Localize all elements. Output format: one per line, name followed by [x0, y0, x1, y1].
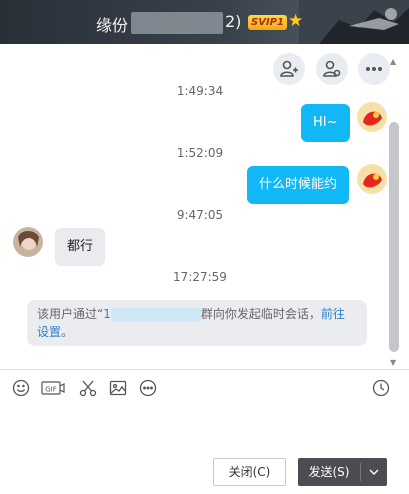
- message-bubble-other[interactable]: 都行: [55, 228, 106, 266]
- close-button[interactable]: 关闭(C): [213, 458, 286, 486]
- group-name-start: 1: [103, 307, 111, 321]
- emoji-icon: [12, 379, 30, 397]
- contact-avatar[interactable]: [13, 227, 43, 257]
- title-bar: 缘份 2) SVIP1 ★: [0, 0, 409, 44]
- scroll-down-icon[interactable]: ▼: [390, 359, 398, 367]
- timestamp: 9:47:05: [176, 208, 224, 222]
- message-bubble-me[interactable]: 什么时候能约: [247, 166, 350, 204]
- divider: [0, 369, 409, 370]
- redacted-group-name: 1: [103, 307, 201, 322]
- my-avatar[interactable]: [357, 164, 387, 194]
- settings-link[interactable]: 设置: [37, 325, 61, 339]
- title-art-icon: [299, 0, 409, 44]
- settings-link[interactable]: 前往: [321, 307, 345, 321]
- scrollbar-thumb[interactable]: [389, 122, 399, 352]
- timestamp: 1:49:34: [176, 84, 224, 98]
- history-button[interactable]: [372, 379, 390, 397]
- scissors-icon: [79, 380, 97, 397]
- system-message-text: 该用户通过“: [37, 307, 104, 321]
- more-options-icon: [139, 379, 157, 397]
- gif-icon: GIF: [41, 381, 65, 395]
- image-button[interactable]: [109, 379, 127, 397]
- contact-name: 缘份: [96, 16, 129, 35]
- message-bubble-me[interactable]: HI~: [301, 104, 350, 142]
- send-button-label[interactable]: 发送(S): [298, 458, 360, 486]
- my-avatar[interactable]: [357, 102, 387, 132]
- message-input[interactable]: [0, 402, 409, 452]
- emoji-button[interactable]: [12, 379, 30, 397]
- screenshot-button[interactable]: [79, 379, 97, 397]
- svg-text:GIF: GIF: [45, 386, 57, 394]
- image-icon: [109, 380, 127, 396]
- redacted-block: [110, 307, 201, 322]
- system-message-text: 群向你发起临时会话，: [200, 307, 321, 321]
- contact-name-suffix: 2): [225, 12, 242, 31]
- more-tools-button[interactable]: [139, 379, 157, 397]
- history-clock-icon: [372, 379, 390, 397]
- system-message: 该用户通过“1 群向你发起临时会话，前往设置。: [27, 300, 367, 346]
- chat-history[interactable]: 1:49:34 HI~ 1:52:09 什么时候能约 9:47:05 都行 17…: [0, 44, 409, 370]
- scroll-up-icon[interactable]: ▲: [390, 58, 398, 66]
- system-message-text: 。: [61, 325, 74, 339]
- send-options-button[interactable]: [361, 458, 387, 486]
- gif-button[interactable]: GIF: [41, 379, 65, 397]
- chevron-down-icon: [369, 469, 379, 475]
- send-button[interactable]: 发送(S): [298, 458, 387, 486]
- star-icon[interactable]: ★: [288, 11, 303, 31]
- timestamp: 17:27:59: [173, 270, 227, 284]
- redacted-name: [131, 12, 223, 34]
- timestamp: 1:52:09: [176, 146, 224, 160]
- svip-badge[interactable]: SVIP1: [248, 15, 287, 30]
